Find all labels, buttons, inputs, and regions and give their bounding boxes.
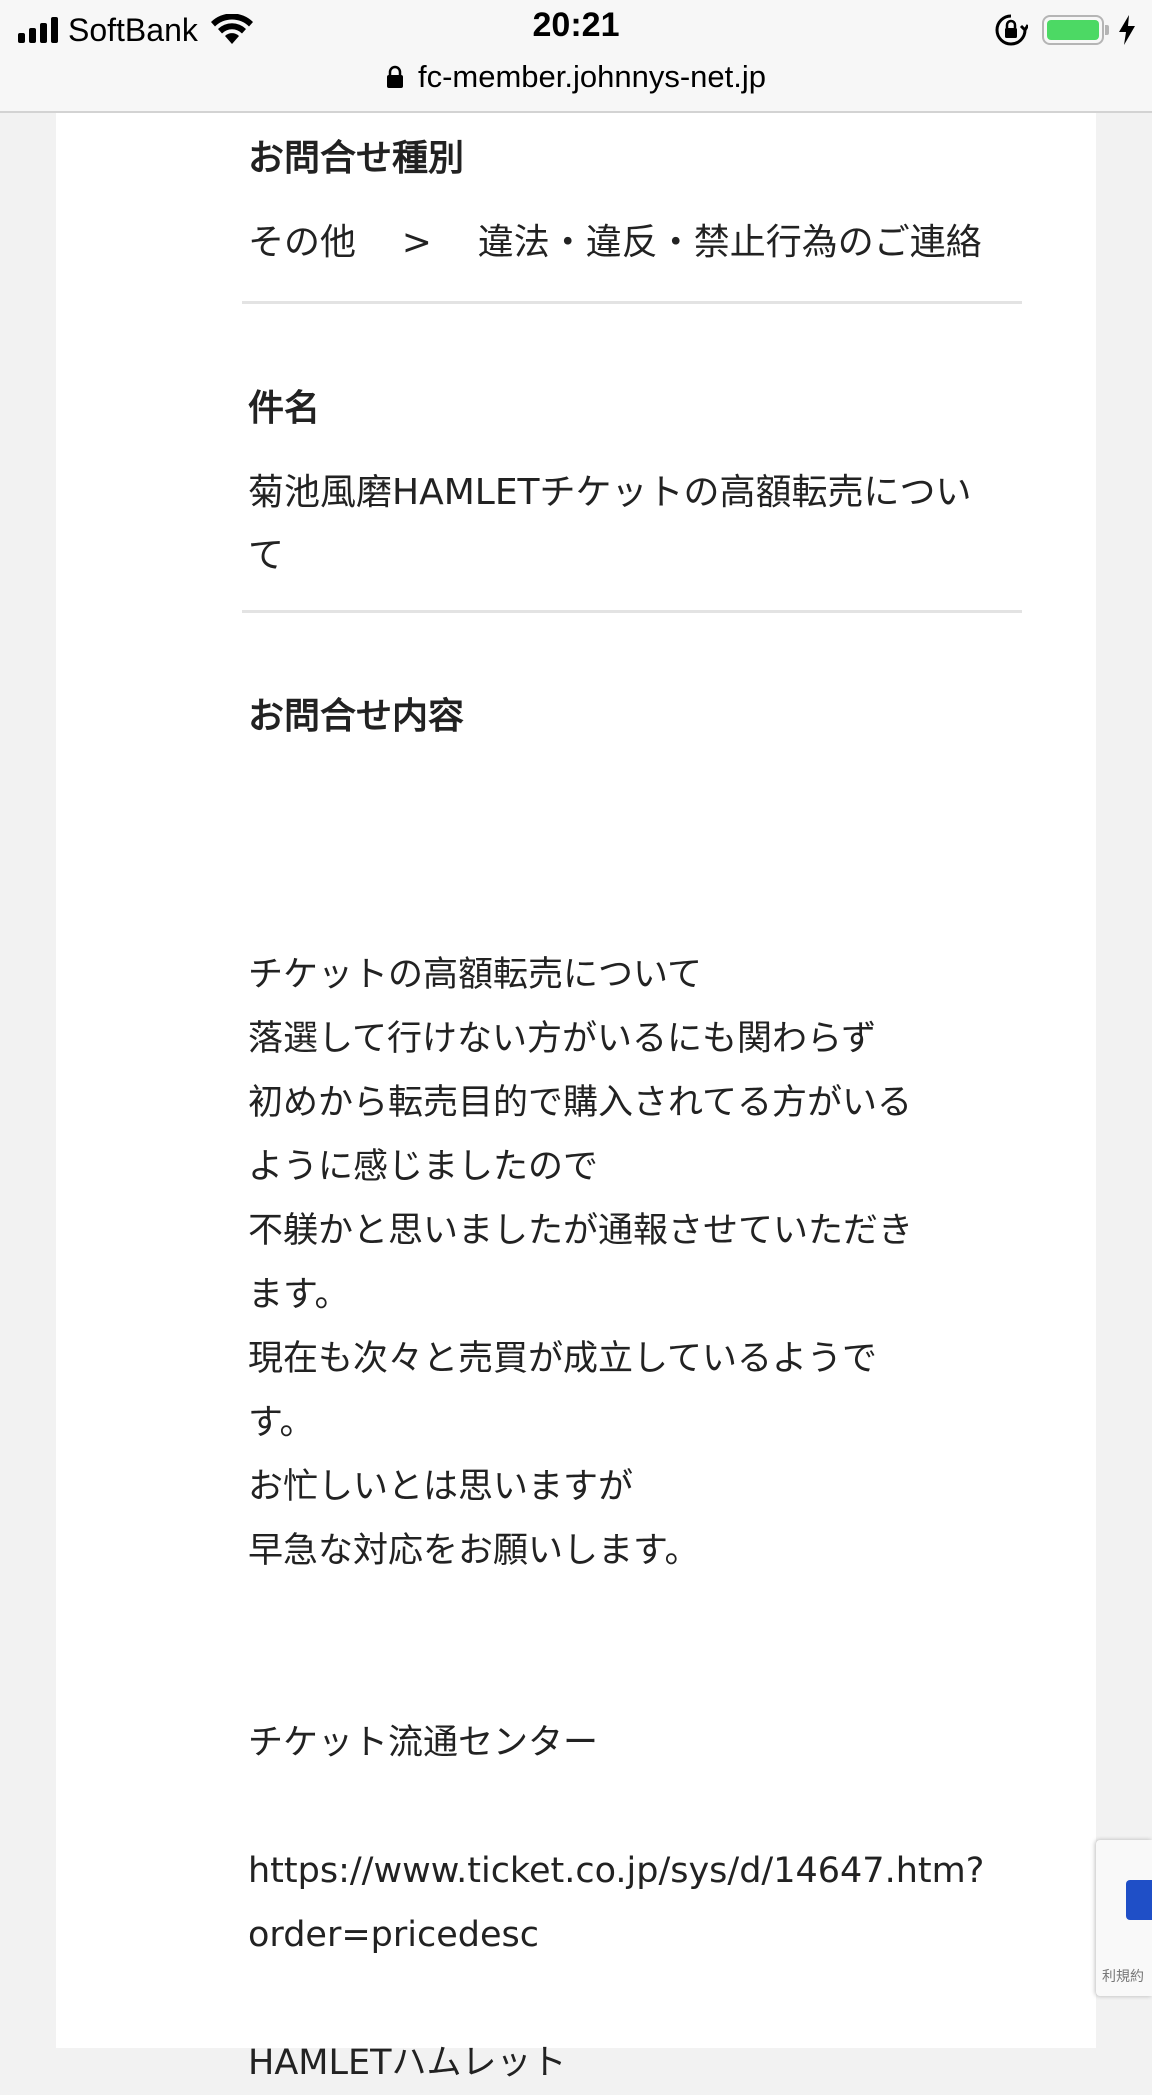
content-line: お忙しいとは思いますが: [248, 1467, 634, 1507]
content-line: ます。: [248, 1275, 350, 1315]
orientation-lock-icon: [995, 14, 1028, 46]
subject-line-1: 菊池風磨HAMLETチケットの高額転売につい: [248, 472, 972, 513]
status-time: 20:21: [532, 6, 620, 44]
content-line: [248, 1647, 984, 1711]
inquiry-type-label: お問合せ種別: [248, 138, 465, 179]
content-line: す。: [248, 1403, 315, 1443]
content-line: 現在も次々と売買が成立しているようで: [248, 1339, 877, 1379]
content-line: HAMLETハムレット: [248, 2043, 567, 2083]
content-line: ように感じましたので: [248, 1147, 599, 1187]
content-line: 早急な対応をお願いします。: [248, 1531, 700, 1571]
subject-label: 件名: [248, 388, 321, 429]
content-line: 落選して行けない方がいるにも関わらず: [248, 1019, 877, 1059]
inquiry-type-value: その他 > 違法・違反・禁止行為のご連絡: [248, 213, 982, 265]
inquiry-content-body: チケットの高額転売について 落選して行けない方がいるにも関わらず 初めから転売目…: [248, 943, 984, 2095]
content-line: [248, 1967, 984, 2031]
category-separator: >: [401, 222, 432, 263]
status-bar: SoftBank 20:21 fc-member.johnnys-net.jp: [0, 0, 1152, 113]
recaptcha-badge[interactable]: 利規約: [1096, 1840, 1152, 1996]
divider: [242, 301, 1022, 304]
inquiry-subcategory: 違法・違反・禁止行為のご連絡: [477, 222, 982, 263]
content-line: チケット流通センター: [248, 1723, 599, 1763]
battery-icon: [1042, 15, 1109, 45]
content-line: チケットの高額転売について: [248, 955, 702, 995]
content-line: 初めから転売目的で購入されてる方がいる: [248, 1083, 912, 1123]
divider: [242, 610, 1022, 613]
padlock-icon: [386, 65, 403, 88]
battery-fill: [1047, 20, 1099, 40]
charging-bolt-icon: [1119, 15, 1135, 45]
content-line: 不躾かと思いましたが通報させていただき: [248, 1211, 914, 1251]
content-line: [248, 1775, 984, 1839]
status-bar-right: [994, 10, 1136, 50]
content-line: https://www.ticket.co.jp/sys/d/14647.htm…: [248, 1851, 985, 1891]
inquiry-confirmation-card: お問合せ種別 その他 > 違法・違反・禁止行為のご連絡 件名 菊池風磨HAMLE…: [56, 113, 1096, 2083]
recaptcha-terms-link[interactable]: 利規約: [1102, 1966, 1144, 1986]
inquiry-category: その他: [248, 222, 357, 263]
page-url[interactable]: fc-member.johnnys-net.jp: [418, 59, 766, 95]
inquiry-content-label: お問合せ内容: [248, 696, 465, 737]
address-bar[interactable]: fc-member.johnnys-net.jp: [0, 52, 1152, 102]
subject-line-2: て: [248, 535, 285, 576]
content-line: order=pricedesc: [248, 1915, 539, 1955]
content-line: [248, 1583, 984, 1647]
recaptcha-logo-icon: [1126, 1880, 1152, 1920]
